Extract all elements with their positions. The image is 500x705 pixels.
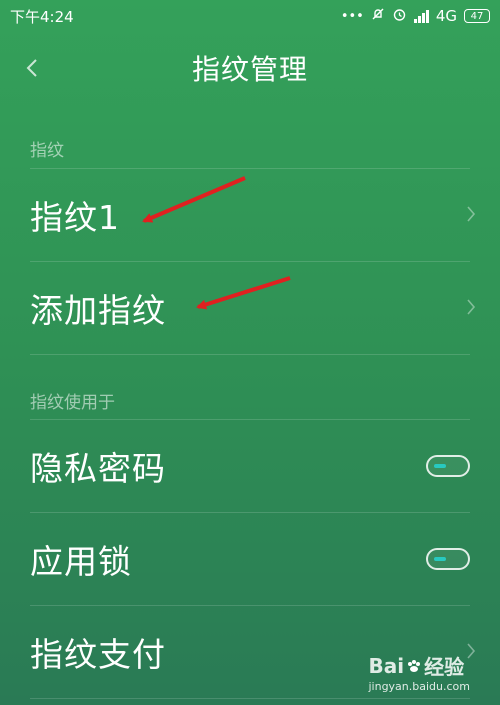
more-dots-icon: •••	[340, 8, 364, 24]
battery-icon: 47	[464, 9, 490, 23]
list-item-app-lock[interactable]: 应用锁	[0, 513, 500, 605]
status-time: 下午4:24	[10, 7, 74, 26]
list-item-add-fingerprint[interactable]: 添加指纹	[0, 262, 500, 354]
chevron-right-icon	[467, 299, 476, 315]
list-item-fingerprint-1[interactable]: 指纹1	[0, 169, 500, 261]
header: 指纹管理	[0, 32, 500, 104]
list-item-label: 隐私密码	[30, 449, 166, 488]
toggle-knob	[434, 464, 446, 468]
section-header-usage: 指纹使用于	[30, 393, 115, 413]
watermark-brand: Bai 经验	[368, 651, 470, 680]
list-item-label: 添加指纹	[30, 291, 166, 330]
watermark-brand-b: 经验	[424, 655, 465, 679]
section-header-fingerprint: 指纹	[30, 141, 64, 161]
divider	[30, 354, 470, 355]
privacy-password-toggle[interactable]	[426, 455, 470, 477]
status-bar: 下午4:24 ••• 4G 47	[0, 0, 500, 32]
back-chevron-icon	[26, 59, 37, 77]
divider	[30, 698, 470, 699]
chevron-right-icon	[467, 206, 476, 222]
list-item-privacy-password[interactable]: 隐私密码	[0, 420, 500, 512]
list-item-label: 指纹1	[30, 198, 120, 237]
list-item-label: 指纹支付	[30, 635, 166, 674]
list-item-label: 应用锁	[30, 542, 132, 581]
network-type: 4G	[435, 7, 457, 25]
back-button[interactable]	[14, 52, 50, 84]
signal-icon	[413, 9, 429, 23]
watermark-brand-a: Bai	[368, 653, 405, 678]
app-lock-toggle[interactable]	[426, 548, 470, 570]
baidu-paw-icon	[408, 659, 421, 672]
baidu-watermark: Bai 经验 jingyan.baidu.com	[368, 651, 470, 694]
watermark-url: jingyan.baidu.com	[368, 680, 470, 693]
mute-bell-icon	[371, 7, 385, 25]
toggle-knob	[434, 557, 446, 561]
page-title: 指纹管理	[191, 53, 308, 86]
alarm-icon	[392, 7, 407, 26]
status-icons: ••• 4G 47	[341, 7, 490, 26]
